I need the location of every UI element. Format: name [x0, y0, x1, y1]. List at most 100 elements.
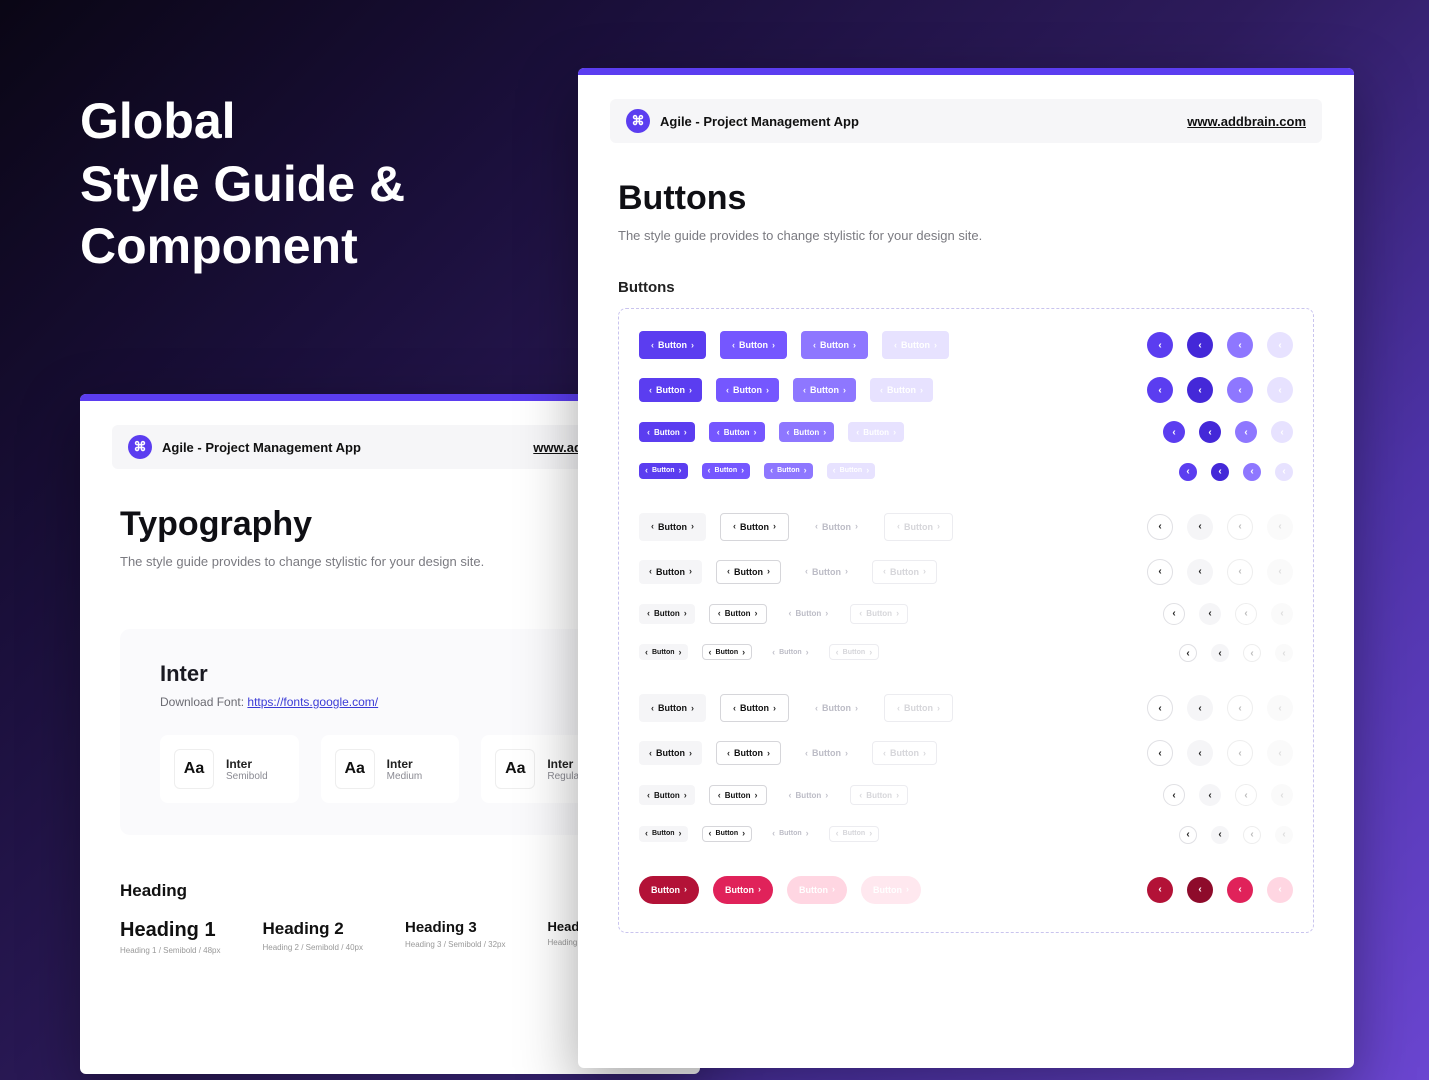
icon-button[interactable]: ‹ — [1227, 740, 1253, 766]
app-name: Agile - Project Management App — [660, 114, 859, 129]
icon-button[interactable]: ‹ — [1187, 559, 1213, 585]
outline-button[interactable]: ‹Button› — [702, 826, 753, 842]
danger-button-hover[interactable]: Button› — [713, 876, 773, 904]
secondary-button[interactable]: ‹Button› — [639, 741, 702, 765]
ghost-button-disabled: ‹Button› — [829, 826, 880, 842]
icon-button[interactable]: ‹ — [1187, 514, 1213, 540]
primary-button-pressed[interactable]: ‹Button› — [801, 331, 868, 359]
icon-button[interactable]: ‹ — [1163, 421, 1185, 443]
icon-button[interactable]: ‹ — [1163, 603, 1185, 625]
icon-button[interactable]: ‹ — [1211, 826, 1229, 844]
button-row-primary-md: ‹Button› ‹Button› ‹Button› ‹Button› ‹ ‹ … — [639, 377, 1293, 403]
icon-button[interactable]: ‹ — [1227, 377, 1253, 403]
ghost-button[interactable]: ‹Button› — [766, 826, 815, 842]
icon-button[interactable]: ‹ — [1147, 514, 1173, 540]
font-name: Inter — [160, 661, 620, 687]
icon-button[interactable]: ‹ — [1187, 877, 1213, 903]
icon-button[interactable]: ‹ — [1243, 644, 1261, 662]
primary-button[interactable]: ‹Button› — [639, 331, 706, 359]
icon-button[interactable]: ‹ — [1199, 603, 1221, 625]
ghost-button[interactable]: ‹Button› — [795, 741, 858, 765]
ghost-button[interactable]: ‹Button› — [781, 604, 837, 624]
icon-button-disabled: ‹ — [1267, 332, 1293, 358]
icon-button[interactable]: ‹ — [1211, 644, 1229, 662]
font-sample-icon: Aa — [495, 749, 535, 789]
logo-icon: ⌘ — [128, 435, 152, 459]
icon-button[interactable]: ‹ — [1227, 332, 1253, 358]
icon-button[interactable]: ‹ — [1147, 332, 1173, 358]
icon-button[interactable]: ‹ — [1179, 826, 1197, 844]
secondary-button[interactable]: ‹Button› — [639, 826, 688, 842]
primary-button[interactable]: ‹Button› — [639, 463, 688, 479]
icon-button-group: ‹ — [1147, 332, 1173, 358]
ghost-button[interactable]: ‹Button› — [766, 644, 815, 660]
button-row-secondary-md: ‹Button› ‹Button› ‹Button› ‹Button› ‹ ‹ … — [639, 559, 1293, 585]
outline-button[interactable]: ‹Button› — [709, 604, 767, 624]
icon-button-disabled: ‹ — [1267, 559, 1293, 585]
primary-button[interactable]: ‹Button› — [639, 422, 695, 442]
chevron-right-icon: › — [691, 341, 694, 350]
secondary-button[interactable]: ‹Button› — [639, 694, 706, 722]
secondary-button[interactable]: ‹Button› — [639, 644, 688, 660]
icon-button[interactable]: ‹ — [1179, 463, 1197, 481]
secondary-button[interactable]: ‹Button› — [639, 513, 706, 541]
secondary-button[interactable]: ‹Button› — [639, 560, 702, 584]
primary-button-disabled: ‹Button› — [870, 378, 933, 402]
icon-button[interactable]: ‹ — [1235, 784, 1257, 806]
icon-button[interactable]: ‹ — [1147, 877, 1173, 903]
outline-button[interactable]: ‹Button› — [720, 694, 789, 722]
primary-button-pressed[interactable]: ‹Button› — [793, 378, 856, 402]
icon-button[interactable]: ‹ — [1227, 877, 1253, 903]
icon-button[interactable]: ‹ — [1187, 377, 1213, 403]
icon-button[interactable]: ‹ — [1187, 332, 1213, 358]
icon-button[interactable]: ‹ — [1227, 514, 1253, 540]
icon-button[interactable]: ‹ — [1147, 740, 1173, 766]
icon-button[interactable]: ‹ — [1227, 695, 1253, 721]
primary-button-disabled: ‹Button› — [848, 422, 904, 442]
ghost-button[interactable]: ‹Button› — [781, 785, 837, 805]
icon-button-disabled: ‹ — [1271, 421, 1293, 443]
secondary-button[interactable]: ‹Button› — [639, 604, 695, 624]
primary-button-pressed[interactable]: ‹Button› — [779, 422, 835, 442]
icon-button-disabled: ‹ — [1271, 784, 1293, 806]
danger-button[interactable]: Button› — [639, 876, 699, 904]
primary-button-hover[interactable]: ‹Button› — [720, 331, 787, 359]
icon-button[interactable]: ‹ — [1243, 463, 1261, 481]
font-download-link[interactable]: https://fonts.google.com/ — [247, 695, 378, 709]
icon-button[interactable]: ‹ — [1179, 644, 1197, 662]
icon-button[interactable]: ‹ — [1187, 740, 1213, 766]
icon-button[interactable]: ‹ — [1227, 559, 1253, 585]
button-row-outline-lg: ‹Button› ‹Button› ‹Button› ‹Button› ‹ ‹ … — [639, 694, 1293, 722]
icon-button[interactable]: ‹ — [1199, 421, 1221, 443]
ghost-button[interactable]: ‹Button› — [803, 513, 870, 541]
primary-button[interactable]: ‹Button› — [639, 378, 702, 402]
icon-button[interactable]: ‹ — [1163, 784, 1185, 806]
icon-button[interactable]: ‹ — [1147, 559, 1173, 585]
danger-button-light[interactable]: Button› — [787, 876, 847, 904]
ghost-button[interactable]: ‹Button› — [795, 560, 858, 584]
primary-button-hover[interactable]: ‹Button› — [702, 463, 751, 479]
outline-button[interactable]: ‹Button› — [720, 513, 789, 541]
outline-button[interactable]: ‹Button› — [702, 644, 753, 660]
outline-button[interactable]: ‹Button› — [716, 560, 781, 584]
site-link[interactable]: www.addbrain.com — [1187, 114, 1306, 129]
icon-button[interactable]: ‹ — [1211, 463, 1229, 481]
button-row-outline-xs: ‹Button› ‹Button› ‹Button› ‹Button› ‹ ‹ … — [639, 824, 1293, 844]
primary-button-pressed[interactable]: ‹Button› — [764, 463, 813, 479]
icon-button[interactable]: ‹ — [1199, 784, 1221, 806]
icon-button[interactable]: ‹ — [1187, 695, 1213, 721]
icon-button[interactable]: ‹ — [1147, 695, 1173, 721]
ghost-button[interactable]: ‹Button› — [803, 694, 870, 722]
icon-button[interactable]: ‹ — [1243, 826, 1261, 844]
icon-button[interactable]: ‹ — [1235, 421, 1257, 443]
icon-button[interactable]: ‹ — [1147, 377, 1173, 403]
outline-button[interactable]: ‹Button› — [716, 741, 781, 765]
doc-header: ⌘ Agile - Project Management App www.add… — [610, 99, 1322, 143]
primary-button-hover[interactable]: ‹Button› — [709, 422, 765, 442]
outline-button[interactable]: ‹Button› — [709, 785, 767, 805]
button-row-primary-lg: ‹Button› ‹Button› ‹Button› ‹Button› ‹ ‹ … — [639, 331, 1293, 359]
icon-button[interactable]: ‹ — [1235, 603, 1257, 625]
secondary-button[interactable]: ‹Button› — [639, 785, 695, 805]
primary-button-hover[interactable]: ‹Button› — [716, 378, 779, 402]
button-row-primary-sm: ‹Button› ‹Button› ‹Button› ‹Button› ‹ ‹ … — [639, 421, 1293, 443]
